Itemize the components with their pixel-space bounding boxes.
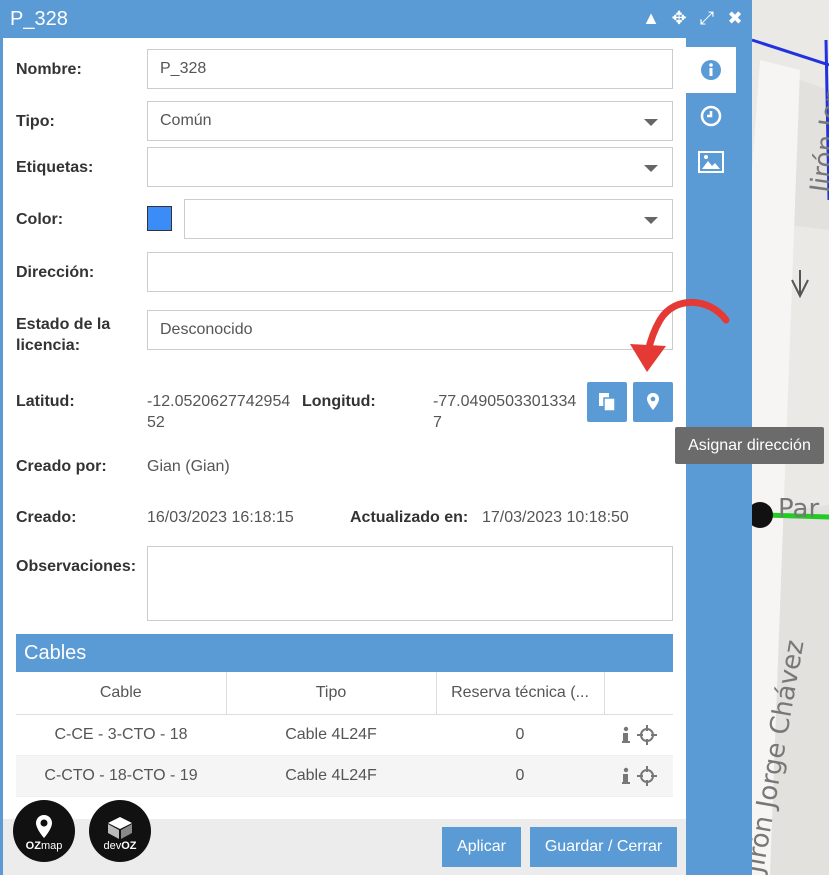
tab-images[interactable] bbox=[686, 139, 736, 185]
collapse-icon[interactable]: ▲ bbox=[640, 8, 662, 29]
column-header-tipo[interactable]: Tipo bbox=[226, 672, 437, 715]
table-row: C-CE - 3-CTO - 18 Cable 4L24F 0 bbox=[16, 714, 673, 756]
nombre-input[interactable]: P_328 bbox=[147, 49, 673, 89]
clock-icon bbox=[700, 105, 722, 127]
ozmap-pin-icon bbox=[36, 815, 52, 838]
actualizado-label: Actualizado en: bbox=[350, 509, 469, 526]
column-header-actions bbox=[604, 672, 673, 715]
point-dialog: P_328 ▲ ✥ ⤢ ✖ Nombre: P_328 Tipo: Común … bbox=[0, 0, 752, 875]
assign-address-button[interactable] bbox=[633, 382, 673, 422]
dialog-titlebar[interactable]: P_328 ▲ ✥ ⤢ ✖ bbox=[0, 0, 752, 38]
column-header-reserva[interactable]: Reserva técnica (... bbox=[436, 672, 605, 715]
image-icon bbox=[698, 151, 724, 173]
tipo-select[interactable]: Común bbox=[147, 101, 673, 141]
latitud-value-line2: 52 bbox=[147, 414, 165, 431]
observaciones-label: Observaciones: bbox=[16, 558, 137, 575]
tab-history[interactable] bbox=[686, 93, 736, 139]
save-close-button[interactable]: Guardar / Cerrar bbox=[530, 827, 677, 867]
column-header-cable[interactable]: Cable bbox=[16, 672, 227, 715]
longitud-label: Longitud: bbox=[302, 393, 376, 410]
cell-cable: C-CE - 3-CTO - 18 bbox=[16, 714, 226, 756]
cables-section-header: Cables bbox=[16, 634, 673, 672]
actualizado-value: 17/03/2023 10:18:50 bbox=[482, 509, 629, 526]
tooltip-assign-address: Asignar dirección bbox=[675, 427, 824, 464]
estado-input[interactable]: Desconocido bbox=[147, 310, 673, 350]
map-marker-icon bbox=[647, 393, 659, 410]
direccion-label: Dirección: bbox=[16, 264, 95, 281]
creado-por-value: Gian (Gian) bbox=[147, 458, 230, 475]
info-icon[interactable] bbox=[621, 726, 631, 744]
ozmap-logo-text: OZ bbox=[25, 840, 41, 852]
move-icon[interactable]: ✥ bbox=[668, 8, 690, 29]
color-select[interactable] bbox=[184, 199, 673, 239]
devoz-cube-icon bbox=[108, 817, 132, 839]
cell-reserva: 0 bbox=[436, 714, 604, 756]
copy-icon bbox=[599, 393, 616, 412]
tab-info[interactable] bbox=[686, 47, 736, 93]
latitud-value: -12.0520627742954 bbox=[147, 393, 291, 410]
tipo-value: Común bbox=[160, 112, 212, 129]
observaciones-textarea[interactable] bbox=[147, 546, 673, 621]
devoz-logo-text-prefix: dev bbox=[103, 840, 122, 852]
creado-por-label: Creado por: bbox=[16, 458, 107, 475]
etiquetas-label: Etiquetas: bbox=[16, 159, 94, 176]
close-icon[interactable]: ✖ bbox=[724, 8, 746, 29]
cell-tipo: Cable 4L24F bbox=[226, 714, 436, 756]
dialog-title: P_328 bbox=[10, 8, 68, 30]
estado-label: Estado de la bbox=[16, 316, 111, 333]
color-swatch[interactable] bbox=[147, 206, 172, 231]
apply-button[interactable]: Aplicar bbox=[442, 827, 521, 867]
street-label: Par bbox=[778, 494, 820, 524]
cables-table: Cable Tipo Reserva técnica (... C-CE - 3… bbox=[16, 672, 673, 797]
cell-cable: C-CTO - 18-CTO - 19 bbox=[16, 755, 226, 797]
ozmap-logo: OZmap bbox=[13, 800, 75, 862]
cell-reserva: 0 bbox=[436, 755, 604, 797]
etiquetas-select[interactable] bbox=[147, 147, 673, 187]
cell-tipo: Cable 4L24F bbox=[226, 755, 436, 797]
color-label: Color: bbox=[16, 211, 64, 228]
creado-value: 16/03/2023 16:18:15 bbox=[147, 509, 294, 526]
chevron-down-icon bbox=[644, 217, 658, 224]
estado-label-line2: licencia: bbox=[16, 337, 81, 354]
creado-label: Creado: bbox=[16, 509, 77, 526]
longitud-value: -77.0490503301334 bbox=[433, 393, 577, 410]
longitud-value-line2: 7 bbox=[433, 414, 442, 431]
ozmap-logo-text-suffix: map bbox=[40, 840, 63, 852]
table-row: C-CTO - 18-CTO - 19 Cable 4L24F 0 bbox=[16, 755, 673, 797]
devoz-logo-text: OZ bbox=[121, 840, 137, 852]
crosshair-icon[interactable] bbox=[636, 765, 657, 786]
maximize-icon[interactable]: ⤢ bbox=[696, 8, 718, 29]
devoz-logo: devOZ bbox=[89, 800, 151, 862]
info-icon bbox=[701, 60, 721, 80]
latitud-label: Latitud: bbox=[16, 393, 75, 410]
direccion-input[interactable] bbox=[147, 252, 673, 292]
info-icon[interactable] bbox=[621, 767, 631, 785]
dialog-content: Nombre: P_328 Tipo: Común Etiquetas: Col… bbox=[3, 38, 686, 875]
crosshair-icon[interactable] bbox=[636, 724, 657, 745]
annotation-arrow bbox=[630, 298, 730, 372]
nombre-label: Nombre: bbox=[16, 61, 82, 78]
tipo-label: Tipo: bbox=[16, 113, 55, 130]
chevron-down-icon bbox=[644, 119, 658, 126]
copy-coordinates-button[interactable] bbox=[587, 382, 627, 422]
chevron-down-icon bbox=[644, 165, 658, 172]
